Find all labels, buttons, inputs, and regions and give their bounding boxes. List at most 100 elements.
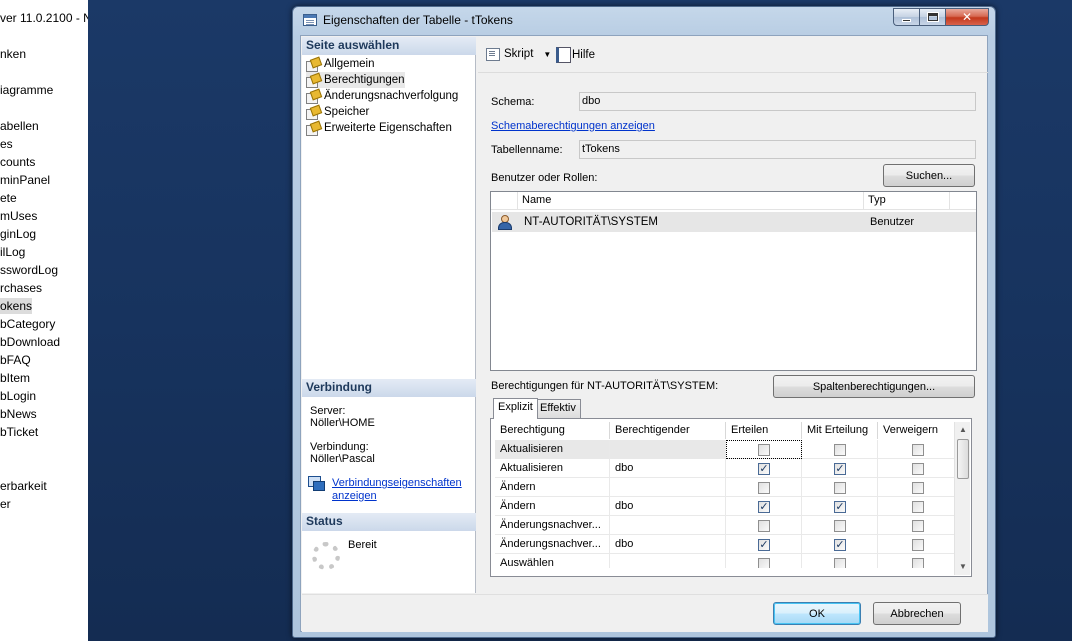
explorer-item[interactable]: nken (0, 46, 26, 62)
explorer-item[interactable]: ver 11.0.2100 - N (0, 10, 88, 26)
tab-effective[interactable]: Effektiv (535, 399, 581, 418)
page-item[interactable]: Berechtigungen (306, 72, 405, 88)
with-grant-checkbox[interactable] (834, 482, 846, 494)
explorer-item[interactable]: rchases (0, 280, 42, 296)
explorer-item[interactable]: ginLog (0, 226, 36, 242)
ok-button[interactable]: OK (773, 602, 861, 625)
explorer-item[interactable]: bCategory (0, 316, 55, 332)
deny-checkbox[interactable] (912, 463, 924, 475)
explorer-item[interactable]: bTicket (0, 424, 38, 440)
column-permissions-button[interactable]: Spaltenberechtigungen... (773, 375, 975, 398)
grant-checkbox[interactable]: ✓ (758, 501, 770, 513)
explorer-item[interactable]: mUses (0, 208, 37, 224)
page-item[interactable]: Erweiterte Eigenschaften (306, 120, 452, 136)
tab-explicit[interactable]: Explizit (493, 398, 538, 419)
explorer-item[interactable]: sswordLog (0, 262, 58, 278)
explorer-item[interactable]: counts (0, 154, 35, 170)
connection-properties-link-line1[interactable]: Verbindungseigenschaften (332, 477, 462, 490)
with-grant-checkbox[interactable] (834, 520, 846, 532)
page-item[interactable]: Allgemein (306, 56, 375, 72)
explorer-item[interactable]: es (0, 136, 13, 152)
deny-checkbox[interactable] (912, 444, 924, 456)
page-item[interactable]: Änderungsnachverfolgung (306, 88, 458, 104)
users-name-column-header[interactable]: Name (518, 192, 864, 210)
checkbox-cell[interactable]: ✓ (802, 459, 878, 478)
permissions-scrollbar[interactable]: ▲ ▼ (954, 422, 970, 575)
checkbox-cell[interactable] (878, 535, 957, 554)
explorer-item[interactable]: ilLog (0, 244, 25, 260)
scroll-up-icon[interactable]: ▲ (955, 422, 971, 438)
checkbox-cell[interactable]: ✓ (726, 535, 802, 554)
grant-checkbox[interactable] (758, 520, 770, 532)
permission-row[interactable]: Änderungsnachver... dbo ✓ ✓ (495, 535, 957, 554)
explorer-item[interactable]: ete (0, 190, 17, 206)
deny-column-header[interactable]: Verweigern (878, 422, 957, 439)
grant-column-header[interactable]: Erteilen (726, 422, 802, 439)
checkbox-cell[interactable] (726, 478, 802, 497)
page-item[interactable]: Speicher (306, 104, 369, 120)
deny-checkbox[interactable] (912, 520, 924, 532)
chevron-down-icon[interactable]: ▼ (543, 50, 551, 59)
permission-row[interactable]: Aktualisieren dbo ✓ ✓ (495, 459, 957, 478)
permissions-grid[interactable]: Berechtigung Berechtigender Erteilen Mit… (490, 418, 972, 577)
grant-checkbox[interactable]: ✓ (758, 539, 770, 551)
permission-row[interactable]: Änderungsnachver... (495, 516, 957, 535)
explorer-item[interactable]: er (0, 496, 11, 512)
checkbox-cell[interactable] (878, 497, 957, 516)
explorer-item[interactable]: abellen (0, 118, 39, 134)
explorer-item[interactable]: erbarkeit (0, 478, 47, 494)
explorer-item[interactable]: bDownload (0, 334, 60, 350)
explorer-item[interactable]: okens (0, 298, 33, 314)
permission-row[interactable]: Ändern (495, 478, 957, 497)
checkbox-cell[interactable] (726, 516, 802, 535)
explorer-item[interactable]: iagramme (0, 82, 53, 98)
cancel-button[interactable]: Abbrechen (873, 602, 961, 625)
deny-checkbox[interactable] (912, 501, 924, 513)
scroll-down-icon[interactable]: ▼ (955, 559, 971, 575)
deny-checkbox[interactable] (912, 539, 924, 551)
checkbox-cell[interactable] (802, 440, 878, 459)
checkbox-cell[interactable]: ✓ (802, 497, 878, 516)
search-button[interactable]: Suchen... (883, 164, 975, 187)
title-bar[interactable]: Eigenschaften der Tabelle - tTokens ✕ (293, 7, 995, 35)
explorer-item[interactable]: bFAQ (0, 352, 31, 368)
explorer-item[interactable]: bNews (0, 406, 37, 422)
connection-properties-link-line2[interactable]: anzeigen (332, 490, 377, 503)
permission-row[interactable]: Ändern dbo ✓ ✓ (495, 497, 957, 516)
users-type-column-header[interactable]: Typ (864, 192, 950, 210)
maximize-button[interactable] (919, 8, 945, 26)
schema-permissions-link[interactable]: Schemaberechtigungen anzeigen (491, 120, 655, 132)
with-grant-checkbox[interactable]: ✓ (834, 501, 846, 513)
explorer-item[interactable]: bItem (0, 370, 30, 386)
user-row[interactable]: NT-AUTORITÄT\SYSTEM Benutzer (492, 212, 976, 232)
grant-checkbox[interactable] (758, 482, 770, 494)
user-type: Benutzer (870, 216, 915, 228)
script-button[interactable]: Skript ▼ (485, 47, 551, 61)
checkbox-cell[interactable] (802, 478, 878, 497)
with-grant-checkbox[interactable] (834, 444, 846, 456)
minimize-button[interactable] (893, 8, 919, 26)
checkbox-cell[interactable]: ✓ (726, 459, 802, 478)
close-button[interactable]: ✕ (945, 8, 989, 26)
properties-page-icon (306, 58, 320, 72)
users-roles-list[interactable]: Name Typ NT-AUTORITÄT\SYSTEM Benutzer (490, 191, 977, 371)
checkbox-cell[interactable] (802, 516, 878, 535)
with-grant-checkbox[interactable]: ✓ (834, 463, 846, 475)
checkbox-cell[interactable] (878, 440, 957, 459)
with-grant-checkbox[interactable]: ✓ (834, 539, 846, 551)
checkbox-cell[interactable] (878, 478, 957, 497)
checkbox-cell[interactable]: ✓ (802, 535, 878, 554)
scrollbar-thumb[interactable] (957, 439, 969, 479)
permission-column-header[interactable]: Berechtigung (495, 422, 610, 439)
checkbox-cell[interactable] (878, 459, 957, 478)
script-icon (485, 47, 501, 61)
grantor-column-header[interactable]: Berechtigender (610, 422, 726, 439)
grant-checkbox[interactable]: ✓ (758, 463, 770, 475)
checkbox-cell[interactable] (878, 516, 957, 535)
deny-checkbox[interactable] (912, 482, 924, 494)
with-grant-column-header[interactable]: Mit Erteilung (802, 422, 878, 439)
explorer-item[interactable]: bLogin (0, 388, 36, 404)
checkbox-cell[interactable]: ✓ (726, 497, 802, 516)
explorer-item[interactable]: minPanel (0, 172, 50, 188)
help-button[interactable]: Hilfe (555, 47, 595, 63)
